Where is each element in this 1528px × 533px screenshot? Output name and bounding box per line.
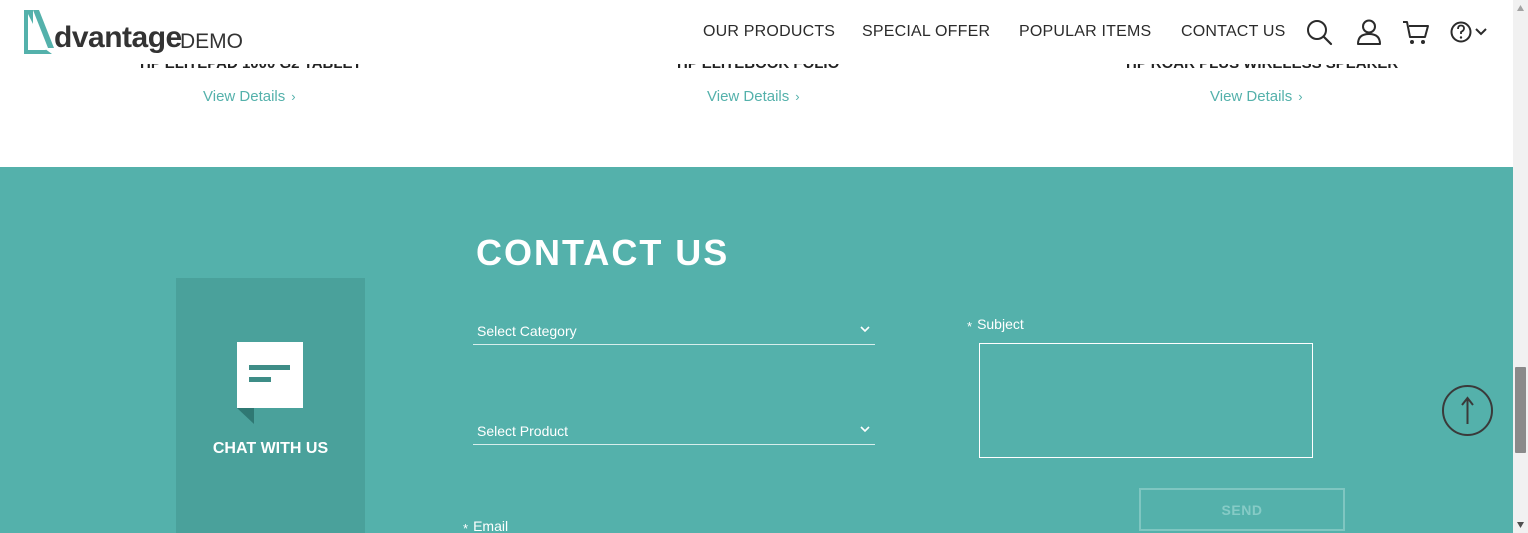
vertical-scrollbar[interactable]	[1513, 0, 1528, 533]
view-details-label: View Details	[203, 88, 286, 105]
nav-special-offer[interactable]: SPECIAL OFFER	[862, 23, 990, 41]
logo-demo-label: DEMO	[180, 30, 243, 53]
chevron-right-icon: ›	[1298, 89, 1303, 104]
scroll-up-arrow-icon[interactable]	[1516, 4, 1525, 12]
required-mark: *	[967, 319, 973, 334]
arrow-up-icon	[1461, 396, 1474, 424]
nav-popular-items[interactable]: POPULAR ITEMS	[1019, 23, 1151, 41]
chat-icon	[237, 342, 303, 424]
view-details-label: View Details	[707, 88, 790, 105]
view-details-link[interactable]: View Details ›	[203, 88, 296, 105]
contact-section: CONTACT US CHAT WITH US Select Category …	[0, 167, 1513, 533]
site-header: dvantage DEMO OUR PRODUCTS SPECIAL OFFER…	[0, 0, 1513, 64]
help-icon[interactable]	[1449, 18, 1477, 46]
contact-title: CONTACT US	[476, 232, 730, 273]
chevron-right-icon: ›	[291, 89, 296, 104]
subject-textarea[interactable]	[979, 343, 1313, 458]
logo-wordmark: dvantage	[54, 21, 182, 54]
view-details-link[interactable]: View Details ›	[707, 88, 800, 105]
chat-label: CHAT WITH US	[212, 440, 329, 457]
nav-our-products[interactable]: OUR PRODUCTS	[703, 23, 835, 41]
chevron-down-icon[interactable]	[1474, 18, 1488, 46]
cart-icon[interactable]	[1402, 18, 1430, 46]
nav-contact-us[interactable]: CONTACT US	[1181, 23, 1286, 41]
logo-mark-icon	[24, 10, 54, 54]
chevron-down-icon	[860, 326, 870, 333]
email-label: * Email	[463, 518, 508, 533]
product-select[interactable]: Select Product	[473, 421, 875, 445]
search-icon[interactable]	[1305, 18, 1333, 46]
send-button[interactable]: SEND	[1139, 488, 1345, 531]
email-label-text: Email	[473, 518, 509, 533]
view-details-label: View Details	[1210, 88, 1293, 105]
user-icon[interactable]	[1355, 18, 1383, 46]
chevron-right-icon: ›	[795, 89, 800, 104]
view-details-link[interactable]: View Details ›	[1210, 88, 1303, 105]
logo[interactable]: dvantage DEMO	[22, 10, 252, 56]
required-mark: *	[463, 521, 469, 533]
scrollbar-thumb[interactable]	[1515, 367, 1526, 453]
product-select-value: Select Product	[477, 423, 569, 439]
scroll-down-arrow-icon[interactable]	[1516, 521, 1525, 529]
subject-label-text: Subject	[977, 316, 1024, 332]
chat-with-us-button[interactable]: CHAT WITH US	[176, 278, 365, 533]
category-select-value: Select Category	[477, 323, 577, 339]
scroll-to-top-button[interactable]	[1442, 385, 1493, 436]
category-select[interactable]: Select Category	[473, 321, 875, 345]
chevron-down-icon	[860, 426, 870, 433]
subject-label: * Subject	[967, 316, 1024, 334]
